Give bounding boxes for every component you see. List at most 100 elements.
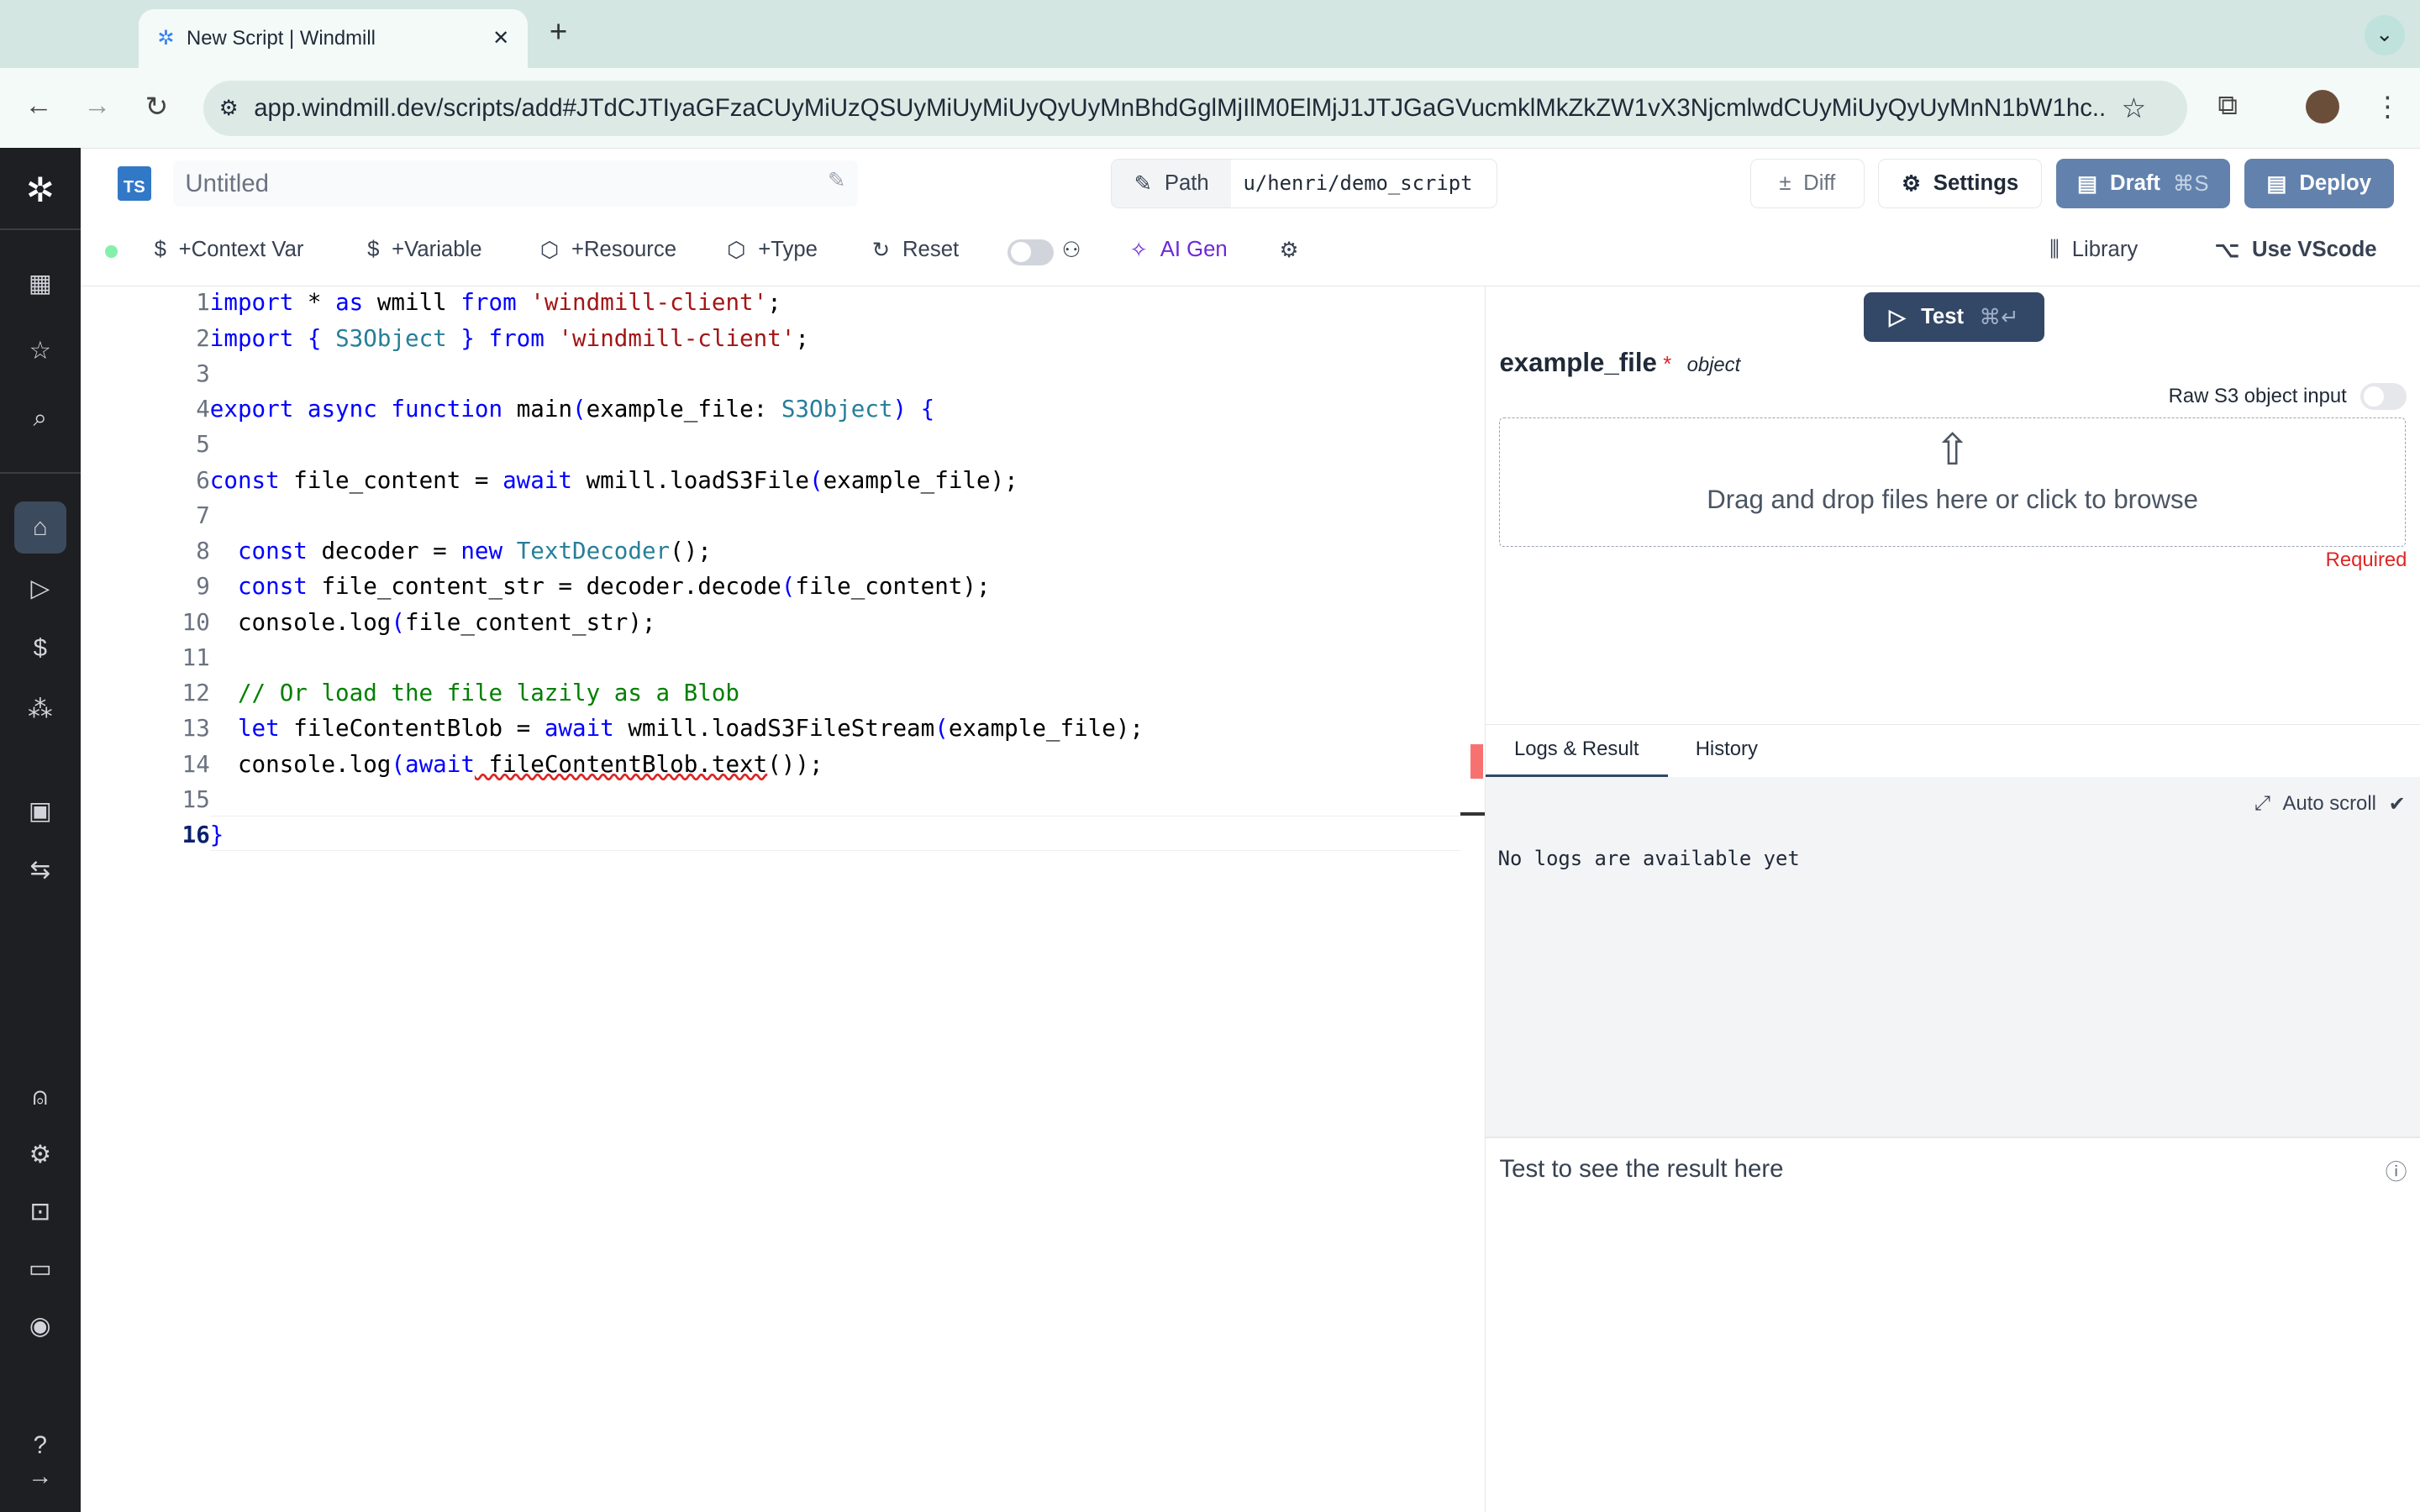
check-icon: ✔ <box>2388 793 2406 816</box>
line-number: 9 <box>196 573 210 601</box>
workers-icon[interactable]: ⊡ <box>0 1197 81 1226</box>
title-placeholder: Untitled <box>185 170 269 198</box>
dropzone-text: Drag and drop files here or click to bro… <box>1707 485 2198 515</box>
save-icon: ▤ <box>2077 171 2098 196</box>
deploy-button[interactable]: ▤ Deploy <box>2244 159 2394 208</box>
scrollbar-cursor-marker <box>1460 812 1485 816</box>
resources-icon[interactable]: ⁂ <box>0 695 81 724</box>
auto-scroll-toggle[interactable]: ⤢ Auto scroll ✔ <box>2254 792 2406 816</box>
line-number: 5 <box>196 431 210 459</box>
library-button[interactable]: ⫼ Library <box>2049 238 2138 263</box>
forward-icon[interactable]: → <box>83 90 111 122</box>
windmill-logo-icon[interactable]: ✲ <box>0 170 81 210</box>
code-token: await <box>404 750 475 778</box>
user-icon[interactable]: ⍝ <box>0 1083 81 1111</box>
diff-button[interactable]: ± Diff <box>1749 159 1865 208</box>
pencil-icon: ✎ <box>1134 171 1153 196</box>
close-tab-icon[interactable]: ✕ <box>492 26 509 50</box>
code-token: S3Object <box>335 324 447 352</box>
dollar-icon: $ <box>367 237 380 261</box>
collab-toggle[interactable] <box>1007 239 1055 265</box>
tab-logs-result[interactable]: Logs & Result <box>1485 725 1668 778</box>
file-upload-icon: ⇧ <box>1934 425 1971 475</box>
test-button[interactable]: ▷ Test ⌘↵ <box>1863 292 2044 342</box>
info-icon[interactable]: ⓘ <box>2386 1155 2407 1186</box>
line-number: 6 <box>196 466 210 494</box>
dollar-icon: $ <box>154 237 166 261</box>
site-info-icon[interactable]: ⚙ <box>219 96 239 121</box>
code-token: console.log <box>209 608 392 636</box>
star-icon[interactable]: ☆ <box>0 336 81 365</box>
code-token: // Or load the file lazily as a Blob <box>209 680 739 707</box>
code-token: S3Object <box>781 396 893 423</box>
test-shortcut: ⌘↵ <box>1979 305 2019 329</box>
browser-tab[interactable]: ✲ New Script | Windmill ✕ <box>139 9 529 68</box>
home-icon[interactable]: ⌂ <box>13 501 66 554</box>
code-token: wmill.loadS3File <box>572 466 809 494</box>
arg-type: object <box>1686 354 1741 377</box>
ai-gen-button[interactable]: ✧ AI Gen <box>1129 238 1227 263</box>
avatar[interactable] <box>2306 89 2340 123</box>
chevron-down-icon[interactable]: ⌄ <box>2364 15 2405 56</box>
context-var-button[interactable]: $ +Context Var <box>155 238 304 262</box>
resource-button[interactable]: ⬡ +Resource <box>540 238 676 263</box>
line-number: 12 <box>182 680 210 707</box>
search-icon[interactable]: ⌕ <box>0 404 81 433</box>
help-icon[interactable]: ? <box>0 1431 81 1460</box>
draft-button[interactable]: ▤ Draft ⌘S <box>2055 159 2231 208</box>
tab-title: New Script | Windmill <box>187 26 376 50</box>
auto-scroll-label: Auto scroll <box>2282 792 2376 816</box>
path-field[interactable]: ✎ Path u/henri/demo_script <box>1111 159 1497 209</box>
file-dropzone[interactable]: ⇧ Drag and drop files here or click to b… <box>1499 417 2406 548</box>
triggers-icon[interactable]: ⇆ <box>0 855 81 885</box>
line-number: 4 <box>196 396 210 423</box>
code-token: export <box>209 396 294 423</box>
eye-icon[interactable]: ◉ <box>0 1311 81 1341</box>
typescript-badge[interactable]: TS <box>117 166 151 201</box>
draft-shortcut: ⌘S <box>2172 171 2209 196</box>
workspace-icon[interactable]: ▦ <box>0 269 81 298</box>
address-bar[interactable]: ⚙ app.windmill.dev/scripts/add#JTdCJTIya… <box>203 80 2187 136</box>
extensions-icon[interactable]: ⧉ <box>2217 90 2238 122</box>
code-token: example_file: <box>586 396 781 423</box>
code-line: const decoder = new TextDecoder(); <box>210 538 712 564</box>
code-token: example_file <box>948 715 1116 743</box>
use-vscode-button[interactable]: ⌥ Use VScode <box>2215 238 2377 263</box>
context-var-label: +Context Var <box>178 237 304 261</box>
settings-button[interactable]: ⚙ Settings <box>1878 159 2042 208</box>
raw-s3-toggle[interactable] <box>2360 383 2407 410</box>
tab-history[interactable]: History <box>1696 725 1758 774</box>
more-icon[interactable]: ⋮ <box>2374 90 2402 123</box>
schedules-icon[interactable]: ▣ <box>0 796 81 826</box>
code-line: export async function main(example_file:… <box>210 396 935 423</box>
script-title-input[interactable]: Untitled ✎ <box>172 160 859 207</box>
type-button[interactable]: ⬡ +Type <box>727 238 818 263</box>
folder-icon[interactable]: ▭ <box>0 1254 81 1284</box>
settings-label: Settings <box>1933 171 2019 196</box>
variables-icon[interactable]: $ <box>0 634 81 663</box>
diff-label: Diff <box>1803 171 1836 196</box>
new-tab-button[interactable]: + <box>550 14 567 50</box>
code-token: main <box>502 396 573 423</box>
star-icon[interactable]: ☆ <box>2122 92 2147 125</box>
settings-icon[interactable]: ⚙ <box>0 1140 81 1169</box>
variable-label: +Variable <box>392 237 482 261</box>
code-line: import { S3Object } from 'windmill-clien… <box>210 325 809 352</box>
ai-settings-icon[interactable]: ⚙ <box>1280 238 1299 263</box>
code-line: // Or load the file lazily as a Blob <box>210 680 739 706</box>
runs-icon[interactable]: ▷ <box>0 574 81 603</box>
code-token: file_content <box>795 573 963 601</box>
code-token: fileContentBlob = <box>279 715 544 743</box>
back-icon[interactable]: ← <box>24 90 52 122</box>
reset-button[interactable]: ↻ Reset <box>872 238 959 263</box>
code-token: const <box>237 538 308 565</box>
code-editor[interactable]: 1 2 3 4 5 6 7 8 9 10 11 12 13 14 15 16 import * as wmil… <box>80 285 1485 1512</box>
expand-icon[interactable]: → <box>0 1462 81 1491</box>
code-token: ); <box>962 573 991 601</box>
reload-icon[interactable]: ↻ <box>145 90 169 123</box>
variable-button[interactable]: $ +Variable <box>367 238 481 262</box>
